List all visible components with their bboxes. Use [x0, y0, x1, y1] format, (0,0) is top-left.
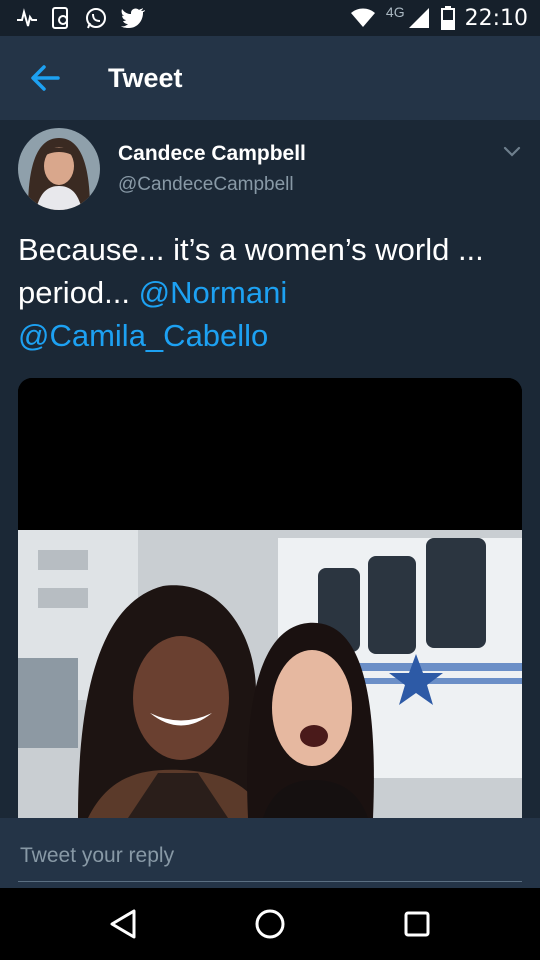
nav-back-button[interactable] — [88, 894, 158, 954]
back-button[interactable] — [0, 36, 90, 120]
clock: 22:10 — [464, 5, 528, 31]
wifi-icon — [350, 7, 376, 29]
network-type-label: 4G — [385, 4, 405, 20]
page-title: Tweet — [108, 62, 183, 93]
author-name[interactable]: Candece Campbell — [118, 142, 306, 166]
status-bar: 4G 22:10 — [0, 0, 540, 36]
back-triangle-icon — [110, 909, 136, 939]
nav-recents-button[interactable] — [382, 894, 452, 954]
mention-link-camila[interactable]: @Camila_Cabello — [18, 318, 268, 353]
media-photo — [18, 378, 522, 818]
cell-signal-icon — [407, 6, 431, 30]
status-right-icons: 4G 22:10 — [350, 4, 528, 31]
system-nav-bar — [0, 888, 540, 960]
pulse-icon — [16, 7, 38, 29]
app-bar: Tweet — [0, 36, 540, 120]
author-handle[interactable]: @CandeceCampbell — [118, 174, 294, 196]
recents-square-icon — [404, 911, 430, 937]
whatsapp-icon — [84, 6, 108, 30]
twitter-bird-icon — [120, 7, 146, 29]
battery-icon — [440, 6, 455, 30]
status-left-icons — [16, 6, 146, 30]
mention-link-normani[interactable]: @Normani — [139, 275, 288, 310]
back-arrow-icon — [31, 65, 60, 91]
nav-home-button[interactable] — [235, 894, 305, 954]
reply-input[interactable] — [18, 838, 522, 882]
tweet-header: Candece Campbell @CandeceCampbell — [0, 120, 540, 220]
tweet-options-button[interactable] — [500, 140, 524, 164]
home-circle-icon — [255, 909, 285, 939]
tweet-media-photo[interactable] — [18, 378, 522, 818]
phone-sync-icon — [50, 6, 72, 30]
avatar[interactable] — [18, 128, 100, 210]
reply-bar — [0, 818, 540, 888]
chevron-down-icon — [503, 146, 521, 157]
tweet-text: Because... it’s a women’s world ... peri… — [18, 228, 528, 357]
